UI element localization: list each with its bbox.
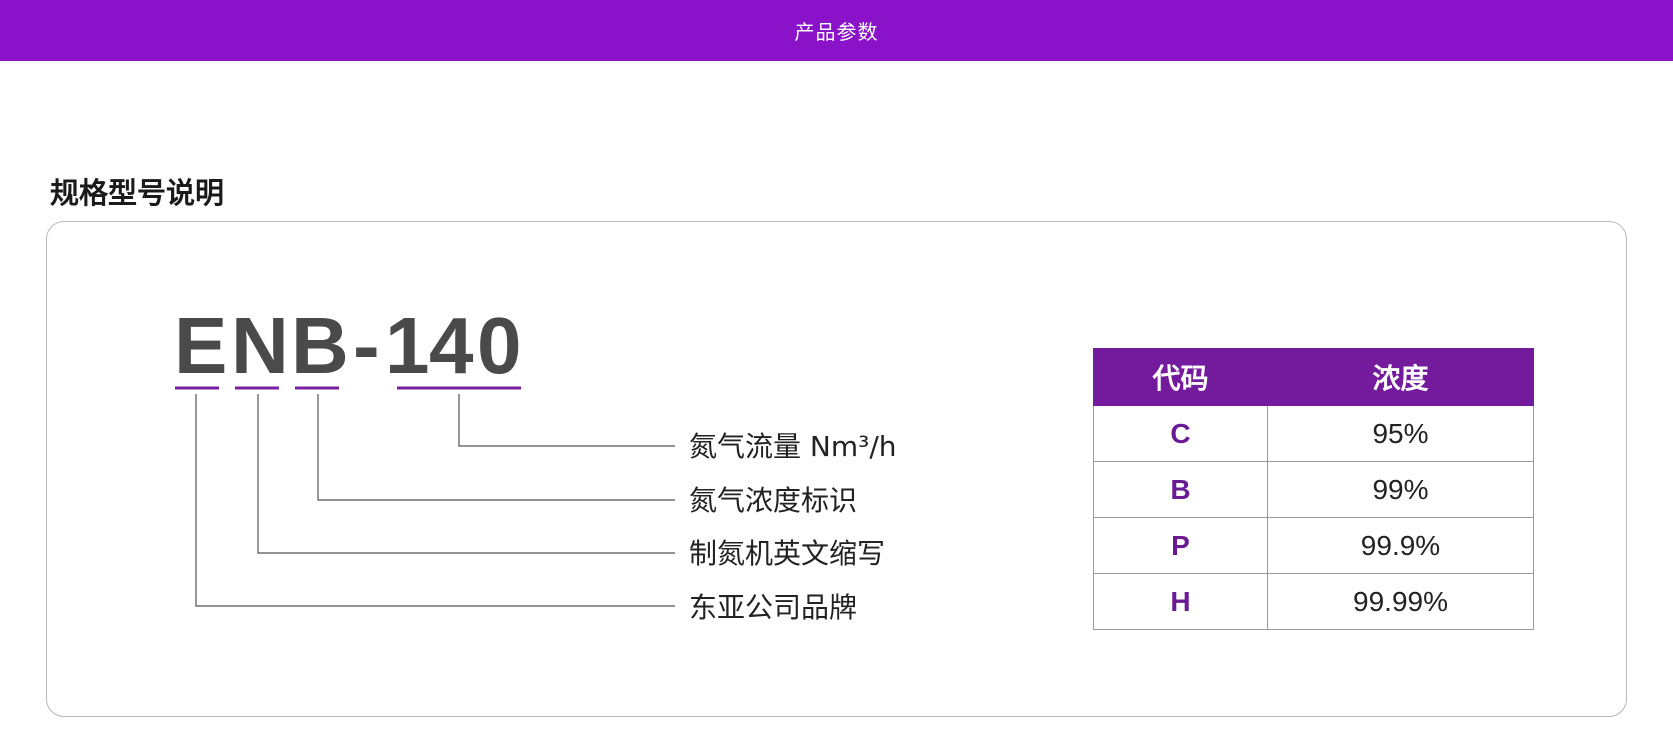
- desc-label-flow: 氮气流量 Nm³/h: [689, 430, 897, 463]
- code-cell: P: [1093, 517, 1268, 574]
- table-row: B 99%: [1093, 461, 1534, 518]
- spec-explanation-card: E N B - 1 4 0 氮气流量 Nm³/h 氮气浓度标识 制氮机英文缩写 …: [46, 221, 1627, 717]
- concentration-cell: 99%: [1267, 461, 1534, 518]
- model-letter-b: B: [291, 301, 349, 390]
- code-cell: C: [1093, 405, 1268, 462]
- header-title: 产品参数: [794, 20, 879, 44]
- model-letter-e: E: [174, 301, 227, 390]
- table-row: H 99.99%: [1093, 573, 1534, 630]
- model-digit-0: 0: [477, 301, 522, 390]
- desc-label-brand: 东亚公司品牌: [689, 591, 857, 624]
- table-row: P 99.9%: [1093, 517, 1534, 574]
- connector-concentration: [317, 394, 675, 501]
- concentration-cell: 99.99%: [1267, 573, 1534, 630]
- concentration-cell: 95%: [1267, 405, 1534, 462]
- concentration-code-table: 代码 浓度 C 95% B 99% P 99.9% H 99.99%: [1093, 348, 1534, 630]
- desc-label-abbreviation: 制氮机英文缩写: [689, 537, 885, 570]
- connector-abbreviation: [257, 394, 675, 554]
- model-digit-1: 1: [385, 301, 430, 390]
- table-row: C 95%: [1093, 405, 1534, 462]
- connector-lines: [195, 394, 675, 607]
- top-header-bar: 产品参数: [0, 0, 1673, 61]
- desc-label-concentration: 氮气浓度标识: [689, 484, 857, 517]
- model-letter-n: N: [231, 301, 289, 390]
- code-cell: H: [1093, 573, 1268, 630]
- header-code: 代码: [1093, 348, 1268, 406]
- header-concentration: 浓度: [1267, 348, 1534, 406]
- connector-flow: [458, 394, 675, 447]
- model-hyphen: -: [353, 301, 380, 390]
- concentration-cell: 99.9%: [1267, 517, 1534, 574]
- code-cell: B: [1093, 461, 1268, 518]
- section-title: 规格型号说明: [50, 176, 225, 210]
- model-digit-4: 4: [429, 301, 474, 390]
- table-header-row: 代码 浓度: [1093, 348, 1534, 406]
